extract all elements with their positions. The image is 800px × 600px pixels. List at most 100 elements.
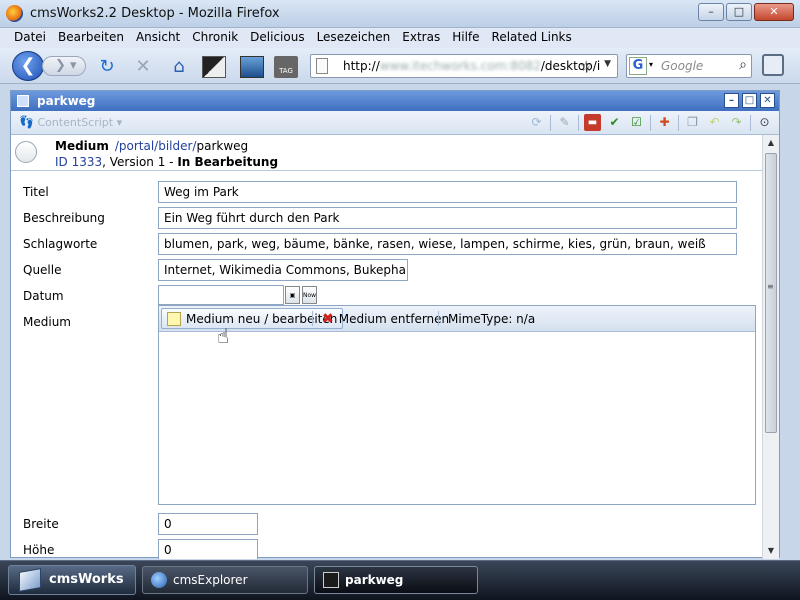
cmsworks-logo-icon bbox=[19, 568, 41, 592]
menu-hilfe[interactable]: Hilfe bbox=[446, 28, 485, 48]
medium-box: Medium neu / bearbeiten ✖ Medium entfern… bbox=[158, 305, 756, 505]
extension-icon[interactable] bbox=[240, 56, 264, 78]
document-version: , Version 1 bbox=[102, 155, 166, 169]
new-document-icon bbox=[167, 311, 181, 326]
footprint-icon: 👣 bbox=[19, 115, 34, 129]
panel-minimize-button[interactable]: – bbox=[724, 93, 739, 108]
document-status: In Bearbeitung bbox=[177, 155, 279, 169]
document-type: Medium bbox=[55, 139, 109, 153]
document-panel: parkweg – □ ✕ 👣 ContentScript ▾ ⟳ ✎ ▬ ✔ … bbox=[10, 90, 780, 559]
toolbar-separator bbox=[578, 114, 579, 131]
search-icon[interactable]: ⌕ bbox=[739, 57, 747, 73]
vertical-scrollbar[interactable]: ▲ ≡ ▼ bbox=[762, 135, 779, 559]
search-placeholder: Google bbox=[661, 59, 704, 73]
back-button[interactable]: ❮ bbox=[12, 51, 44, 81]
window-controls: – □ ✕ bbox=[698, 3, 794, 21]
menu-ansicht[interactable]: Ansicht bbox=[130, 28, 186, 48]
document-info: Medium/portal/bilder/parkweg ID 1333, Ve… bbox=[11, 135, 763, 171]
close-button[interactable]: ✕ bbox=[754, 3, 794, 21]
meta-separator: - bbox=[165, 155, 178, 169]
scroll-thumb[interactable] bbox=[765, 153, 777, 433]
content-script-menu[interactable]: 👣 ContentScript ▾ bbox=[19, 115, 122, 129]
page-icon bbox=[316, 58, 328, 74]
scroll-grip-icon: ≡ bbox=[767, 282, 774, 291]
menu-chronik[interactable]: Chronik bbox=[186, 28, 244, 48]
row-quelle: Quelle Internet, Wikimedia Commons, Buke… bbox=[11, 259, 763, 283]
tag-icon[interactable]: TAG bbox=[274, 56, 298, 78]
medium-toolbar: Medium neu / bearbeiten ✖ Medium entfern… bbox=[159, 306, 755, 348]
window-icon[interactable] bbox=[762, 54, 784, 76]
task-label: parkweg bbox=[345, 573, 404, 587]
panel-header: parkweg – □ ✕ bbox=[11, 91, 779, 111]
search-bar[interactable]: G ▾ Google ⌕ bbox=[626, 54, 752, 78]
panel-title: parkweg bbox=[37, 94, 96, 108]
row-schlagworte: Schlagworte blumen, park, weg, bäume, bä… bbox=[11, 233, 763, 257]
toolbar-icons: ⟳ ✎ ▬ ✔ ☑ ✚ ❐ ↶ ↷ ⊙ bbox=[528, 114, 773, 131]
cmsworks-start-button[interactable]: cmsWorks bbox=[8, 565, 136, 595]
undo-icon[interactable]: ↶ bbox=[706, 114, 723, 131]
url-dropdown-icon[interactable]: ▼ bbox=[604, 59, 611, 69]
approve-icon[interactable]: ✔ bbox=[606, 114, 623, 131]
globe-icon bbox=[151, 572, 167, 588]
preview-icon[interactable]: ⊙ bbox=[756, 114, 773, 131]
start-label: cmsWorks bbox=[49, 572, 124, 587]
datum-label: Datum bbox=[23, 289, 64, 303]
status-indicator-icon bbox=[15, 141, 37, 163]
copy-icon[interactable]: ❐ bbox=[684, 114, 701, 131]
url-bar[interactable]: http://www.itechworks.com:8082/desktop/i… bbox=[310, 54, 618, 78]
forward-button[interactable]: ❯ ▾ bbox=[42, 56, 86, 76]
chevron-down-icon[interactable]: ▾ bbox=[649, 60, 653, 69]
stop-icon[interactable]: ✕ bbox=[132, 56, 154, 78]
url-text[interactable]: http://www.itechworks.com:8082/desktop/i bbox=[343, 59, 600, 73]
menu-bearbeiten[interactable]: Bearbeiten bbox=[52, 28, 130, 48]
edit-icon[interactable]: ✎ bbox=[556, 114, 573, 131]
toolbar-separator bbox=[312, 311, 313, 326]
menu-lesezeichen[interactable]: Lesezeichen bbox=[311, 28, 397, 48]
toolbar-separator bbox=[438, 311, 439, 326]
menu-datei[interactable]: Datei bbox=[8, 28, 52, 48]
calendar-icon[interactable]: ▣ bbox=[285, 286, 300, 304]
scroll-down-icon[interactable]: ▼ bbox=[763, 543, 779, 559]
now-button[interactable]: Now bbox=[302, 286, 317, 304]
medium-new-edit-label: Medium neu / bearbeiten bbox=[186, 311, 338, 326]
task-parkweg[interactable]: parkweg bbox=[314, 566, 478, 594]
home-icon[interactable]: ⌂ bbox=[168, 56, 190, 78]
medium-remove-button[interactable]: ✖ Medium entfernen bbox=[317, 308, 454, 329]
menu-related-links[interactable]: Related Links bbox=[486, 28, 578, 48]
quelle-field[interactable]: Internet, Wikimedia Commons, Bukephalos bbox=[158, 259, 408, 281]
document-id[interactable]: ID 1333 bbox=[55, 155, 102, 169]
navigation-toolbar: ❮ ❯ ▾ ↻ ✕ ⌂ TAG http://www.itechworks.co… bbox=[0, 48, 800, 84]
task-cmsexplorer[interactable]: cmsExplorer bbox=[142, 566, 308, 594]
google-icon[interactable]: G bbox=[629, 57, 647, 75]
hoehe-label: Höhe bbox=[23, 543, 55, 557]
schlagworte-field[interactable]: blumen, park, weg, bäume, bänke, rasen, … bbox=[158, 233, 737, 255]
extension-icon[interactable] bbox=[202, 56, 226, 78]
menu-delicious[interactable]: Delicious bbox=[244, 28, 310, 48]
menu-extras[interactable]: Extras bbox=[396, 28, 446, 48]
maximize-button[interactable]: □ bbox=[726, 3, 752, 21]
check-document-icon[interactable]: ☑ bbox=[628, 114, 645, 131]
panel-close-button[interactable]: ✕ bbox=[760, 93, 775, 108]
scroll-up-icon[interactable]: ▲ bbox=[763, 135, 779, 151]
bookmark-star-icon[interactable]: ☆ bbox=[580, 57, 593, 75]
beschreibung-field[interactable]: Ein Weg führt durch den Park bbox=[158, 207, 737, 229]
beschreibung-label: Beschreibung bbox=[23, 211, 105, 225]
hoehe-field[interactable]: 0 bbox=[158, 539, 258, 559]
reload-icon[interactable]: ↻ bbox=[96, 56, 118, 78]
titel-field[interactable]: Weg im Park bbox=[158, 181, 737, 203]
document-path: Medium/portal/bilder/parkweg bbox=[55, 139, 248, 153]
redo-icon[interactable]: ↷ bbox=[728, 114, 745, 131]
reject-icon[interactable]: ✚ bbox=[656, 114, 673, 131]
row-titel: Titel Weg im Park bbox=[11, 181, 763, 205]
path-link[interactable]: /portal/bilder/ bbox=[115, 139, 197, 153]
breite-field[interactable]: 0 bbox=[158, 513, 258, 535]
delete-icon: ✖ bbox=[322, 310, 334, 327]
panel-maximize-button[interactable]: □ bbox=[742, 93, 757, 108]
minimize-button[interactable]: – bbox=[698, 3, 724, 21]
datum-field[interactable] bbox=[158, 285, 284, 305]
task-label: cmsExplorer bbox=[173, 573, 248, 587]
refresh-icon[interactable]: ⟳ bbox=[528, 114, 545, 131]
toolbar-separator bbox=[650, 114, 651, 131]
save-icon[interactable]: ▬ bbox=[584, 114, 601, 131]
app-desktop: parkweg – □ ✕ 👣 ContentScript ▾ ⟳ ✎ ▬ ✔ … bbox=[0, 84, 800, 560]
